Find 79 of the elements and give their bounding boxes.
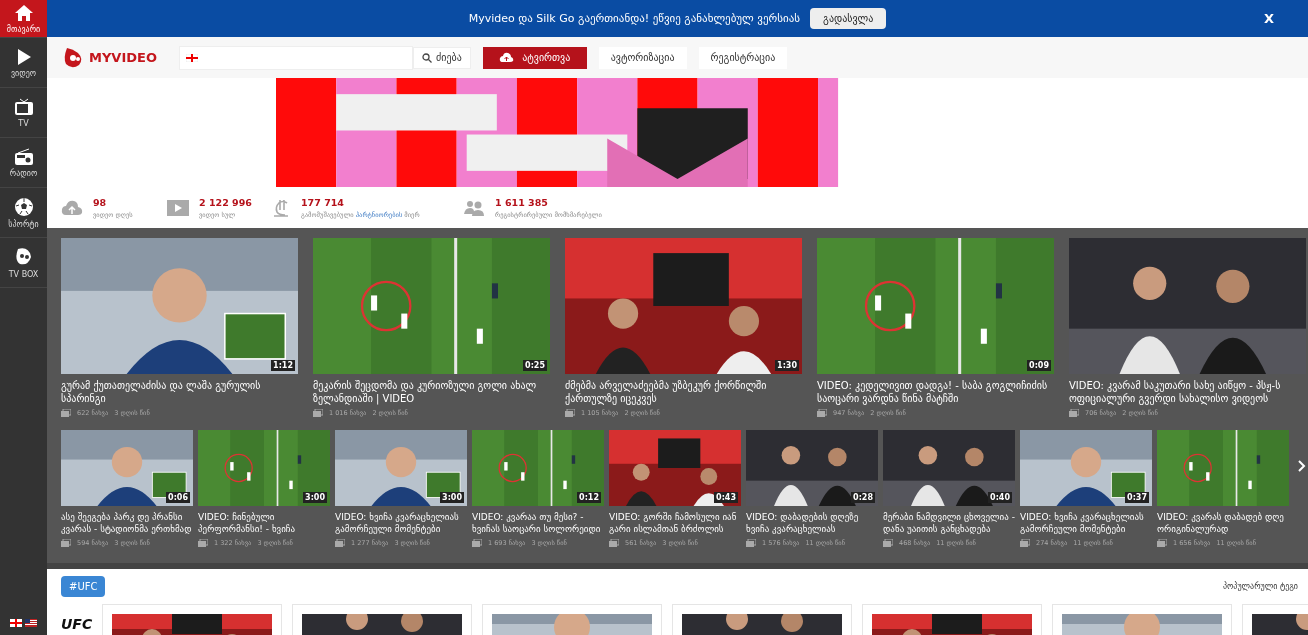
playlist-icon [1157, 539, 1167, 547]
duration-badge: 0:12 [577, 492, 601, 503]
section-label: პოპულარული ტეგი [1223, 582, 1298, 591]
home-icon [13, 3, 34, 22]
playlist-icon [565, 409, 575, 417]
playlist-icon [1069, 409, 1079, 417]
playlist-icon [883, 539, 893, 547]
video-card[interactable] [102, 604, 283, 635]
stat-value: 2 122 996 [199, 197, 252, 208]
video-card[interactable] [672, 604, 853, 635]
stat-value: 177 714 [301, 197, 345, 208]
video-title[interactable]: VIDEO: ხვიჩა კვარაცხელიას გამორჩეული მომენტები [1020, 511, 1152, 535]
video-title[interactable]: VIDEO: ხვიჩა კვარაცხელიას გამორჩეული მომენტები [335, 511, 467, 535]
duration-badge: 1:12 [271, 360, 295, 371]
video-title[interactable]: VIDEO: კედელივით დადგა! - საბა გოგლიჩიძის საოცარი ვარდნა წინა მატჩში [817, 379, 1054, 405]
stat-value: 98 [93, 197, 108, 208]
playlist-icon [335, 539, 345, 547]
duration-badge: 0:25 [523, 360, 547, 371]
video-card[interactable] [862, 604, 1043, 635]
sidebar-item[interactable]: TV [0, 88, 47, 138]
ufc-logo: UFC [61, 615, 93, 632]
register-button[interactable]: რეგისტრაცია [698, 46, 788, 69]
duration-badge: 0:37 [1125, 492, 1149, 503]
close-button[interactable]: X [1263, 11, 1274, 26]
tv-icon [13, 97, 34, 116]
stat-value: 1 611 385 [495, 197, 549, 208]
lari-icon [273, 198, 291, 218]
playlist-icon [198, 539, 208, 547]
playlist-icon [609, 539, 619, 547]
search-icon [422, 52, 432, 63]
sidebar-item[interactable]: მთავარი [0, 0, 47, 38]
video-title[interactable]: ასე შეეგება პარკ დე პრანსი კვარას - სტადიონმა ერთხმად [61, 511, 193, 535]
video-title[interactable]: მერაბი ნამდვილი ცხოველია - დანა უაითის განცხადება [883, 511, 1015, 535]
cloud-upload-icon [61, 200, 83, 216]
playlist-icon [61, 409, 71, 417]
announcement-text: Myvideo და Silk Go გაერთიანდა! ეწვიე განახლებულ ვერსიას [468, 12, 801, 25]
logo-text[interactable]: MYVIDEO [89, 50, 157, 65]
login-button[interactable]: ავტორიზაცია [598, 46, 687, 69]
ball-icon [13, 196, 34, 217]
duration-badge: 0:06 [166, 492, 190, 503]
users-icon [463, 200, 485, 216]
upload-button[interactable]: ატვირთვა [482, 46, 587, 69]
go-button[interactable]: გადასვლა [810, 8, 887, 29]
playlist-icon [1020, 539, 1030, 547]
georgian-flag-icon [186, 53, 198, 62]
video-title[interactable]: VIDEO: კვარაა თუ მესი? - ხვიჩას საოცარი სოლორეიდი [472, 511, 604, 535]
video-title[interactable]: VIDEO: დაბადების დღეზე ხვიჩა კვარაცხელიას [746, 511, 878, 535]
playlist-icon [61, 539, 71, 547]
georgian-flag-icon[interactable] [10, 619, 22, 627]
duration-badge: 3:00 [303, 492, 327, 503]
duration-badge: 0:28 [851, 492, 875, 503]
chevron-right-icon[interactable] [1298, 460, 1306, 472]
video-title[interactable]: ძმებმა არველაძეებმა უზბეკურ ქორწილში ქართულზე იცეკვეს [565, 379, 802, 405]
video-title[interactable]: გურამ ქუთათელაძისა და ლაშა გურულის სპარინგი [61, 379, 298, 405]
duration-badge: 0:40 [988, 492, 1012, 503]
search-button[interactable]: ძიება [413, 46, 471, 69]
duration-badge: 3:00 [440, 492, 464, 503]
duration-badge: 1:30 [775, 360, 799, 371]
duration-badge: 0:09 [1027, 360, 1051, 371]
playlist-icon [817, 409, 827, 417]
sidebar-item[interactable]: სპორტი [0, 188, 47, 238]
cloud-upload-icon [499, 52, 515, 63]
playlist-icon [472, 539, 482, 547]
play-icon [15, 47, 32, 66]
tag-button[interactable]: #UFC [61, 576, 106, 597]
video-title[interactable]: VIDEO: კვარას დაბადებ დღე ორიგინალურად [1157, 511, 1289, 535]
video-title[interactable]: VIDEO: ჩინებული პერფორმანსი! - ხვიჩა [198, 511, 330, 535]
radio-icon [13, 147, 34, 166]
playlist-icon [313, 409, 323, 417]
video-title[interactable]: VIDEO: კვარამ საკუთარი სახე აიწყო - პსჟ-ს ოფიციალური გვერდი სახალისო ვიდეოს [1069, 379, 1306, 405]
video-icon [167, 200, 189, 216]
us-flag-icon[interactable] [25, 619, 37, 627]
playlist-icon [746, 539, 756, 547]
search-field[interactable] [179, 45, 413, 70]
video-title[interactable]: VIDEO: გორში ჩამოსული იან გარი ისლამთან ბრძოლის [609, 511, 741, 535]
video-title[interactable]: მეკარის შეცდომა და კურიოზული გოლი ახალ ზელანდიაში | VIDEO [313, 379, 550, 405]
video-card[interactable] [292, 604, 473, 635]
duration-badge: 0:43 [714, 492, 738, 503]
sidebar-item[interactable]: რადიო [0, 138, 47, 188]
